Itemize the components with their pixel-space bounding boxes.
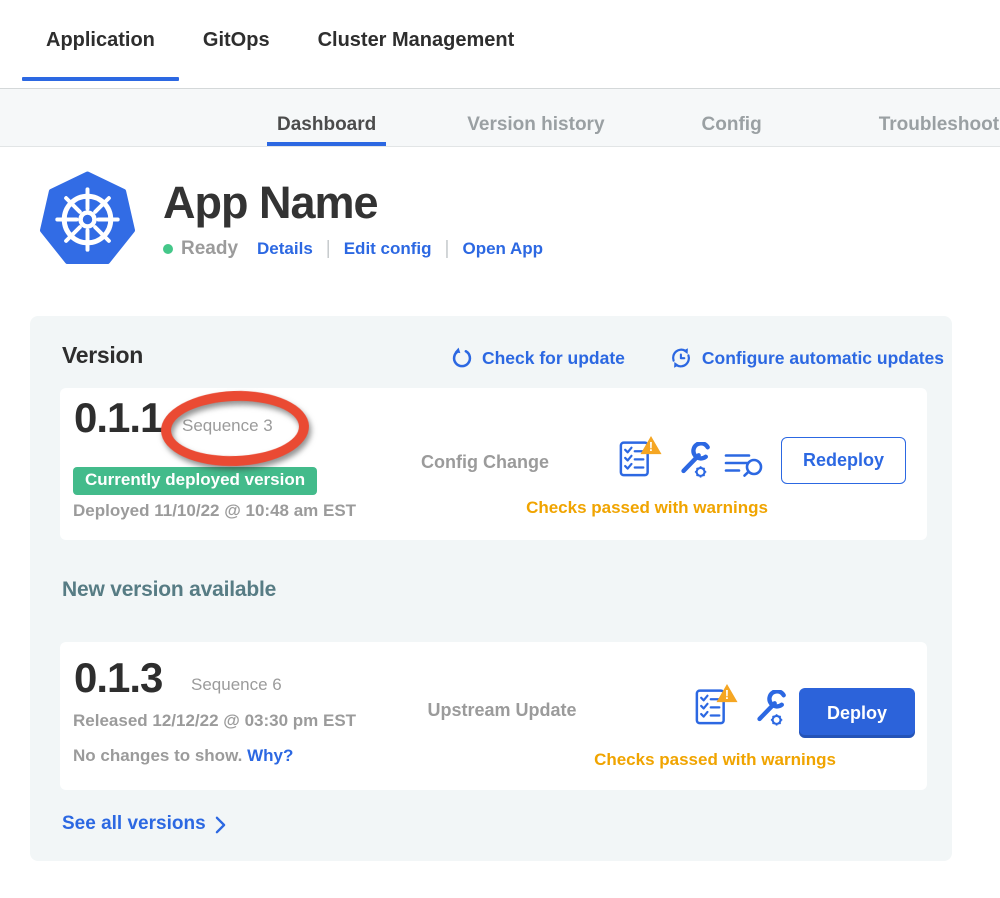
config-wrench-icon[interactable] bbox=[675, 442, 711, 480]
current-version-sequence: Sequence 3 bbox=[182, 416, 273, 436]
tab-gitops[interactable]: GitOps bbox=[179, 0, 294, 88]
app-header: App Name Ready Details | Edit config | O… bbox=[38, 171, 1000, 270]
ready-status-text: Ready bbox=[181, 238, 238, 260]
configure-automatic-updates-button[interactable]: Configure automatic updates bbox=[669, 346, 944, 370]
ready-status-dot-icon bbox=[163, 244, 173, 254]
available-version-number: 0.1.3 bbox=[74, 654, 162, 702]
version-panel-actions: Check for update Configure automatic upd… bbox=[451, 346, 944, 370]
primary-nav: Application GitOps Cluster Management bbox=[0, 0, 1000, 88]
version-source-label: Config Change bbox=[390, 452, 580, 473]
refresh-icon bbox=[451, 347, 473, 369]
version-source-label: Upstream Update bbox=[412, 700, 592, 721]
preflight-status-text: Checks passed with warnings bbox=[497, 498, 797, 518]
tab-config-label: Config bbox=[702, 114, 762, 136]
available-version-sequence: Sequence 6 bbox=[191, 675, 282, 695]
tab-dashboard[interactable]: Dashboard bbox=[267, 89, 386, 146]
currently-deployed-badge: Currently deployed version bbox=[73, 467, 317, 495]
preflight-checks-icon[interactable]: ! bbox=[694, 682, 738, 728]
available-version-card: 0.1.3 Sequence 6 Released 12/12/22 @ 03:… bbox=[60, 642, 927, 790]
view-diff-icon[interactable] bbox=[724, 451, 768, 480]
separator: | bbox=[326, 238, 331, 260]
configure-automatic-updates-label: Configure automatic updates bbox=[702, 348, 944, 369]
svg-text:!: ! bbox=[725, 688, 729, 702]
check-for-update-button[interactable]: Check for update bbox=[451, 346, 625, 370]
page: Application GitOps Cluster Management Da… bbox=[0, 0, 1000, 898]
why-link[interactable]: Why? bbox=[247, 746, 293, 765]
current-version-card: 0.1.1 Sequence 3 Currently deployed vers… bbox=[60, 388, 927, 540]
current-version-number: 0.1.1 bbox=[74, 394, 162, 442]
app-subnav: Dashboard Version history Config Trouble… bbox=[0, 88, 1000, 147]
update-schedule-icon bbox=[669, 346, 693, 370]
deploy-button[interactable]: Deploy bbox=[799, 688, 915, 738]
redeploy-button[interactable]: Redeploy bbox=[781, 437, 906, 484]
tab-version-history-label: Version history bbox=[467, 114, 604, 136]
tab-cluster-management[interactable]: Cluster Management bbox=[294, 0, 539, 88]
tab-dashboard-label: Dashboard bbox=[277, 114, 376, 136]
version-action-icons: ! bbox=[618, 434, 768, 480]
check-for-update-label: Check for update bbox=[482, 348, 625, 369]
tab-application[interactable]: Application bbox=[22, 0, 179, 88]
separator: | bbox=[445, 238, 450, 260]
status-row: Ready Details | Edit config | Open App bbox=[163, 238, 543, 260]
config-wrench-icon[interactable] bbox=[751, 690, 787, 728]
kubernetes-logo-icon bbox=[38, 171, 137, 270]
app-title: App Name bbox=[163, 179, 543, 226]
edit-config-link[interactable]: Edit config bbox=[344, 239, 432, 259]
version-panel-title: Version bbox=[62, 342, 143, 369]
released-timestamp: Released 12/12/22 @ 03:30 pm EST bbox=[73, 711, 356, 731]
open-app-link[interactable]: Open App bbox=[462, 239, 543, 259]
tab-cluster-management-label: Cluster Management bbox=[318, 29, 515, 52]
tab-troubleshoot-label: Troubleshoot bbox=[879, 114, 999, 136]
tab-config[interactable]: Config bbox=[692, 89, 772, 146]
changes-summary: No changes to show. Why? bbox=[73, 746, 293, 766]
see-all-versions-link[interactable]: See all versions bbox=[62, 813, 226, 835]
tab-gitops-label: GitOps bbox=[203, 29, 270, 52]
tab-application-label: Application bbox=[46, 29, 155, 52]
no-changes-text: No changes to show. bbox=[73, 746, 242, 765]
svg-text:!: ! bbox=[649, 440, 653, 454]
version-action-icons: ! bbox=[694, 682, 787, 728]
preflight-status-text: Checks passed with warnings bbox=[565, 750, 865, 770]
tab-version-history[interactable]: Version history bbox=[457, 89, 614, 146]
new-version-heading: New version available bbox=[62, 578, 276, 602]
see-all-versions-label: See all versions bbox=[62, 813, 206, 835]
tab-troubleshoot[interactable]: Troubleshoot bbox=[869, 89, 1000, 146]
preflight-checks-icon[interactable]: ! bbox=[618, 434, 662, 480]
details-link[interactable]: Details bbox=[257, 239, 313, 259]
chevron-right-icon bbox=[215, 816, 226, 834]
deployed-timestamp: Deployed 11/10/22 @ 10:48 am EST bbox=[73, 501, 356, 521]
version-panel: Version Check for update Configure autom… bbox=[30, 316, 952, 861]
